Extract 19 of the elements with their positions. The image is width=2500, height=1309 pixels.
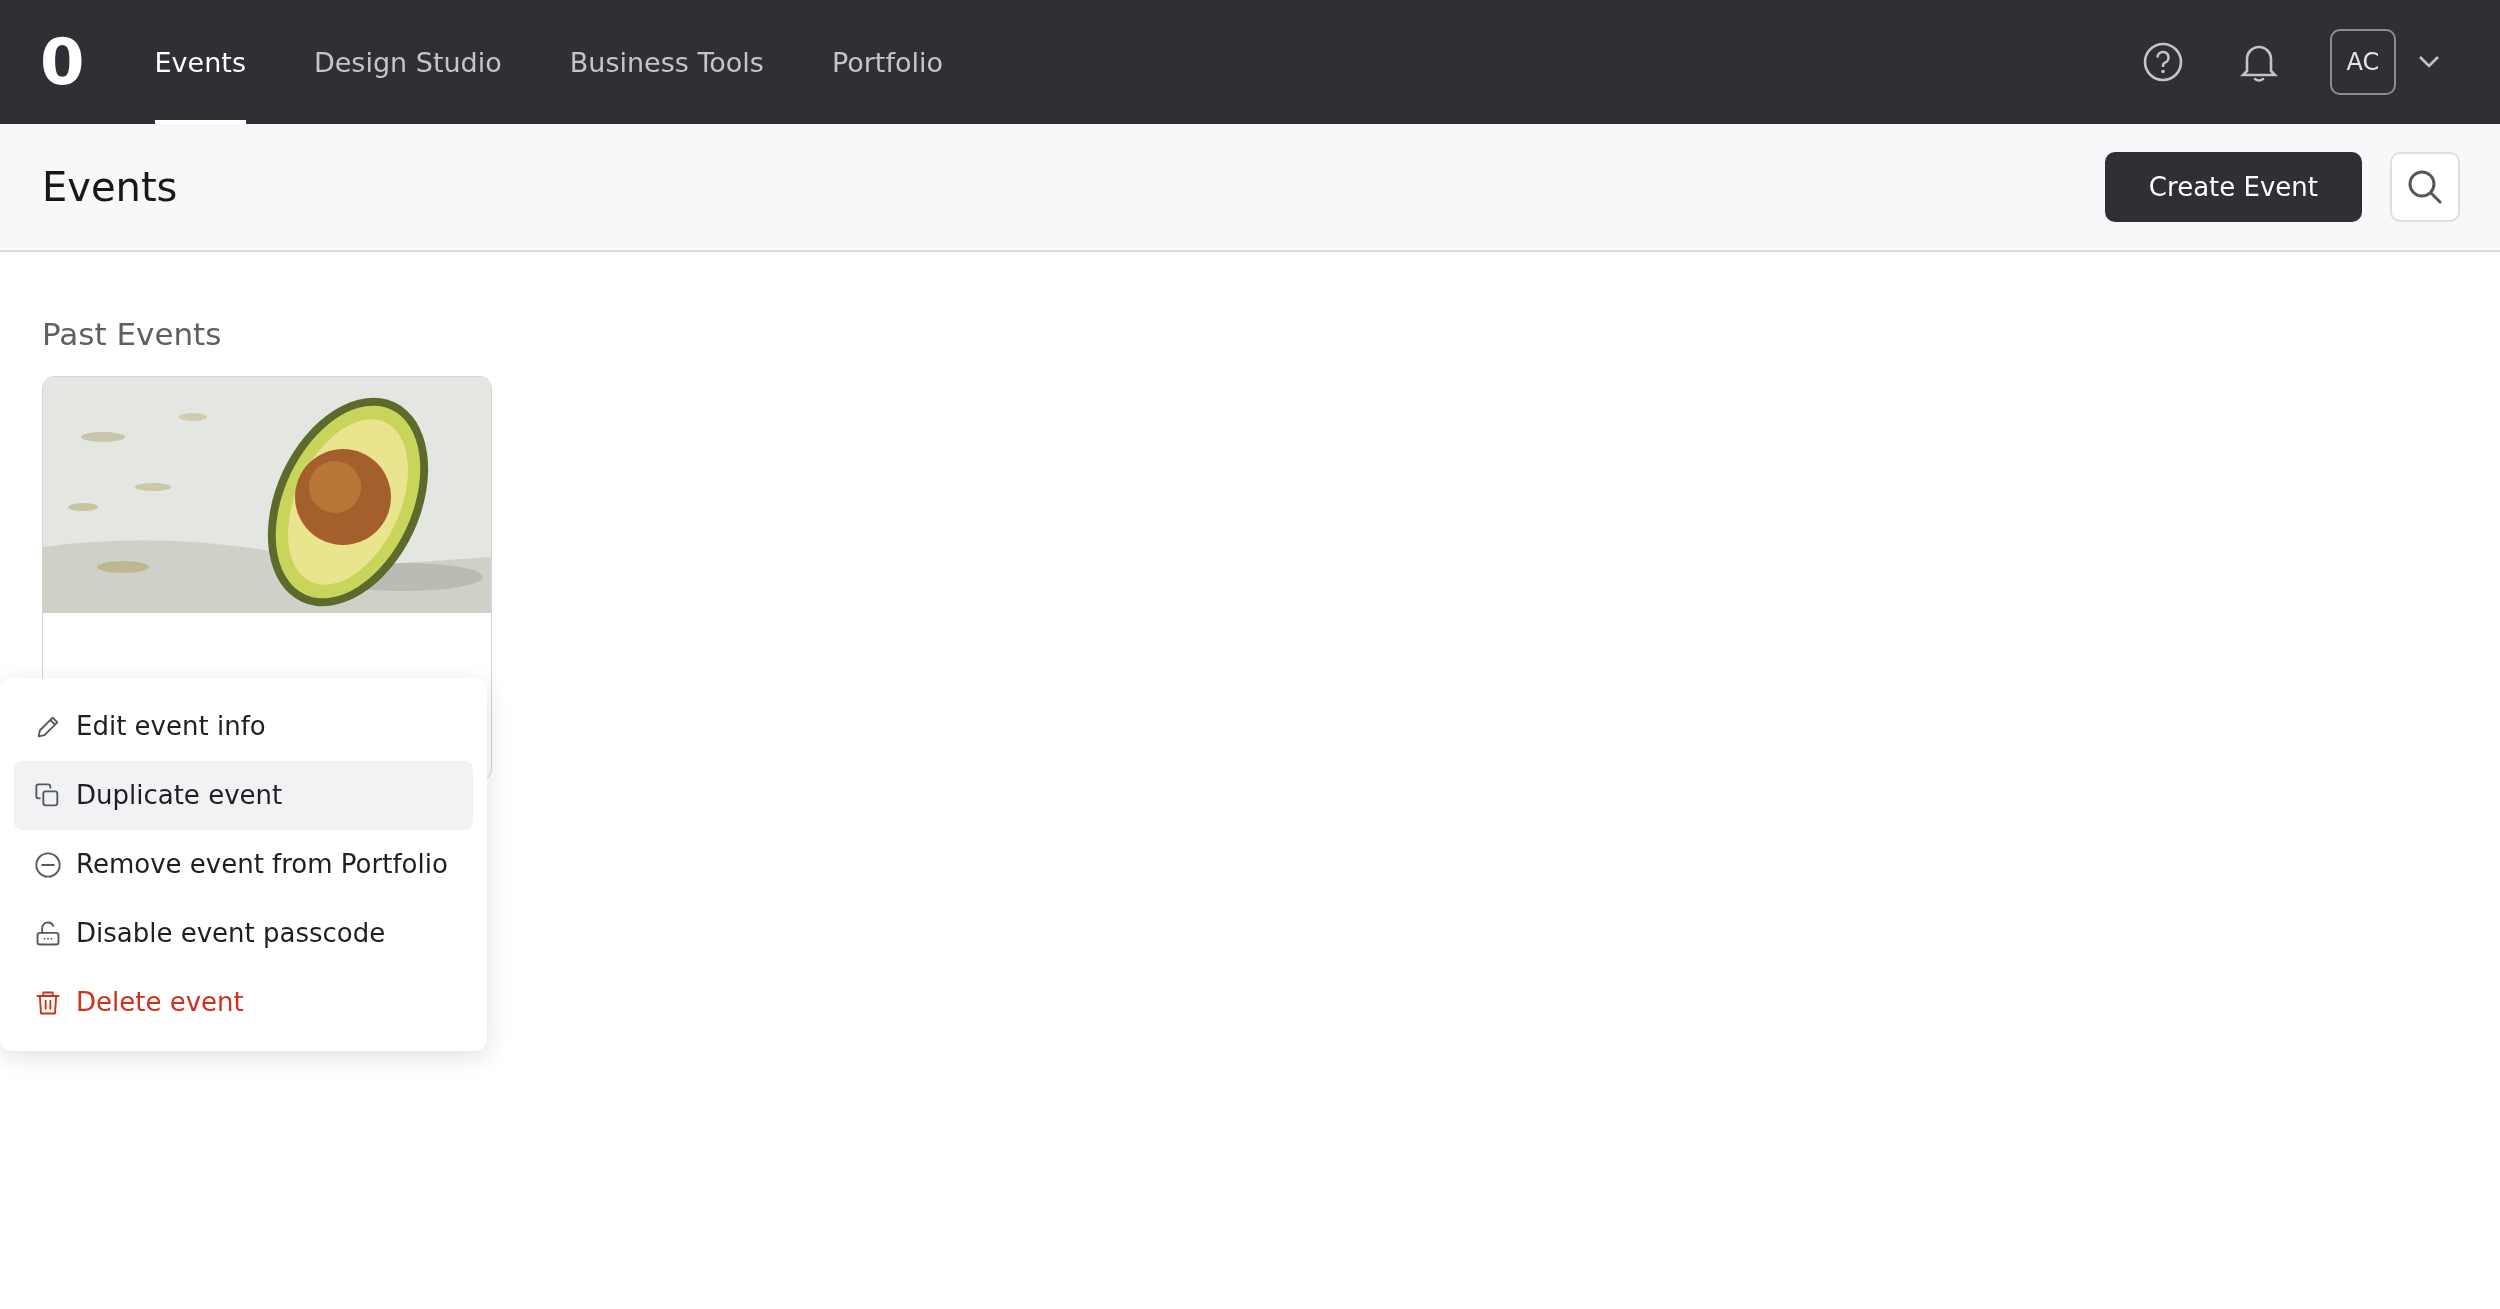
nav-tab[interactable]: Business Tools — [569, 0, 764, 124]
minus-circle-icon — [34, 850, 62, 879]
search-button[interactable] — [2390, 152, 2460, 222]
logo[interactable]: 0 — [40, 30, 85, 94]
menu-item[interactable]: Remove event from Portfolio — [14, 830, 473, 899]
search-icon — [2406, 168, 2444, 206]
help-icon[interactable] — [2142, 41, 2184, 83]
menu-item[interactable]: Edit event info — [14, 692, 473, 761]
menu-item[interactable]: Delete event — [14, 968, 473, 1037]
section-title: Past Events — [42, 316, 223, 352]
create-event-button[interactable]: Create Event — [2104, 152, 2362, 222]
menu-item[interactable]: Duplicate event — [14, 761, 473, 830]
nav-tab[interactable]: Design Studio — [313, 0, 502, 124]
lock-icon — [34, 919, 62, 948]
page-title: Events — [42, 164, 179, 210]
chevron-down-icon[interactable] — [2418, 55, 2440, 69]
avatar-button[interactable]: AC — [2330, 29, 2396, 95]
menu-item[interactable]: Disable event passcode — [14, 899, 473, 968]
nav-tab[interactable]: Portfolio — [831, 0, 943, 124]
